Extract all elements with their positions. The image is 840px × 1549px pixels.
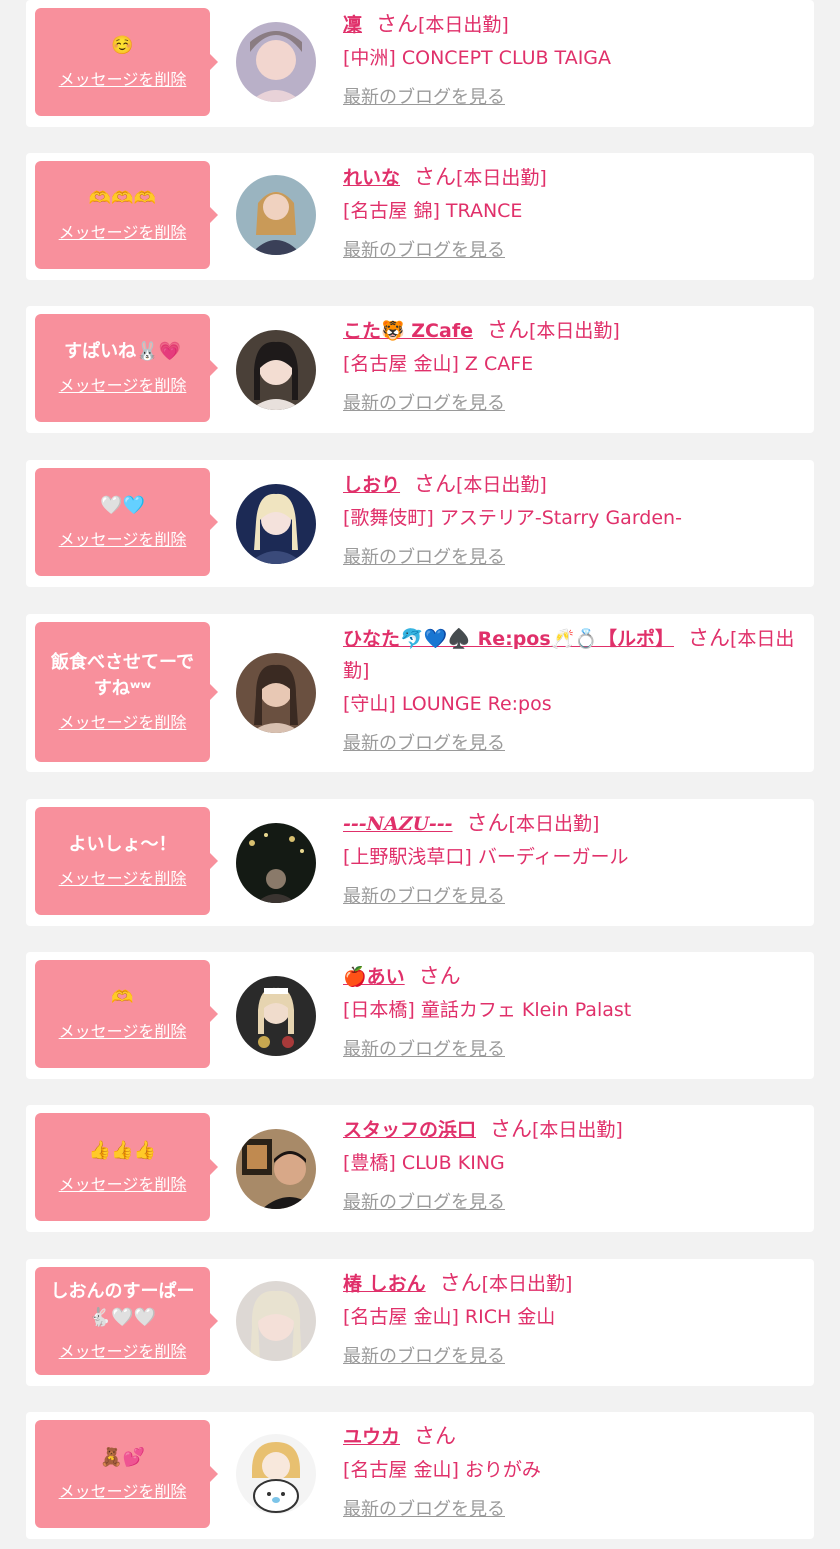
message-text: よいしょ〜！ [68,834,177,855]
message-text: すぱいね🐰💗 [64,341,181,362]
shop-label: [名古屋 金山] おりがみ [343,1459,541,1481]
blog-link[interactable]: 最新のブログを見る [343,1037,505,1063]
shop-label: [上野駅浅草口] バーディーガール [343,846,629,868]
avatar[interactable] [236,22,316,102]
message-card: 🫶 メッセージを削除 🍎あい さん [日本橋] 童話カフェ Klein Palas… [26,952,814,1079]
message-text: 🫶 [111,987,134,1008]
delete-message-link[interactable]: メッセージを削除 [59,1341,187,1363]
blog-link[interactable]: 最新のブログを見る [343,1497,505,1523]
message-card: 🧸💕 メッセージを削除 ユウカ さん [名古屋 金山] おりがみ 最新のブログを見… [26,1412,814,1539]
message-text: 👍👍👍 [88,1140,157,1161]
shop-label: [名古屋 金山] RICH 金山 [343,1306,556,1328]
message-card: ☺️ メッセージを削除 凜さん[本日出勤] [中洲] CONCEPT CLUB … [26,0,814,127]
message-bubble: 飯食べさせてーですねʷʷ メッセージを削除 [35,622,218,762]
cast-name-link[interactable]: しおり [343,474,400,496]
message-card: 飯食べさせてーですねʷʷ メッセージを削除 ひなた🐬💙♠️ Re:pos🥂💍【ル… [26,614,814,772]
message-bubble: しおんのすーぱー🐇🤍🤍 メッセージを削除 [35,1267,218,1375]
blog-link[interactable]: 最新のブログを見る [343,1344,505,1370]
message-text: ☺️ [111,35,134,56]
honorific: さん [376,12,419,36]
message-bubble: 👍👍👍 メッセージを削除 [35,1113,218,1221]
cast-name-link[interactable]: こた🐯 ZCafe [343,320,473,342]
message-text: 🤍🩵 [100,495,145,516]
avatar[interactable] [236,653,316,733]
delete-message-link[interactable]: メッセージを削除 [59,529,187,551]
status-label: [本日出勤] [508,813,600,835]
shop-label: [豊橋] CLUB KING [343,1152,505,1174]
message-card: すぱいね🐰💗 メッセージを削除 こた🐯 ZCafe さん[本日出勤] [名古屋 金… [26,306,814,433]
avatar[interactable] [236,1129,316,1209]
honorific: さん [466,811,509,835]
message-text: 🧸💕 [100,1447,145,1468]
blog-link[interactable]: 最新のブログを見る [343,85,505,111]
message-card: 🫶🫶🫶 メッセージを削除 れいな さん[本日出勤] [名古屋 錦] TRANCE … [26,153,814,280]
avatar[interactable] [236,484,316,564]
shop-label: [名古屋 金山] Z CAFE [343,353,534,375]
avatar[interactable] [236,823,316,903]
message-bubble: 🤍🩵 メッセージを削除 [35,468,218,576]
honorific: さん [414,165,457,189]
message-text: しおんのすーぱー🐇🤍🤍 [50,1281,195,1328]
status-label: [本日出勤] [418,14,509,36]
message-text: 🫶🫶🫶 [88,188,157,209]
blog-link[interactable]: 最新のブログを見る [343,238,505,264]
cast-name-link[interactable]: れいな [343,167,400,189]
honorific: さん [490,1117,533,1141]
shop-label: [歌舞伎町] アステリア-Starry Garden- [343,507,682,529]
delete-message-link[interactable]: メッセージを削除 [59,712,187,734]
cast-name-link[interactable]: ユウカ [343,1426,400,1448]
shop-label: [守山] LOUNGE Re:pos [343,693,552,715]
delete-message-link[interactable]: メッセージを削除 [59,69,187,91]
blog-link[interactable]: 最新のブログを見る [343,884,505,910]
avatar[interactable] [236,976,316,1056]
avatar[interactable] [236,1434,316,1514]
honorific: さん [414,1424,457,1448]
avatar[interactable] [236,1281,316,1361]
blog-link[interactable]: 最新のブログを見る [343,731,505,757]
message-bubble: 🫶 メッセージを削除 [35,960,218,1068]
cast-name-link[interactable]: ---NAZU--- [343,813,453,835]
status-label: [本日出勤] [528,320,620,342]
blog-link[interactable]: 最新のブログを見る [343,545,505,571]
blog-link[interactable]: 最新のブログを見る [343,391,505,417]
shop-label: [中洲] CONCEPT CLUB TAIGA [343,47,612,69]
status-label: [本日出勤] [456,474,547,496]
shop-label: [名古屋 錦] TRANCE [343,200,523,222]
delete-message-link[interactable]: メッセージを削除 [59,1481,187,1503]
message-bubble: 🧸💕 メッセージを削除 [35,1420,218,1528]
message-bubble: 🫶🫶🫶 メッセージを削除 [35,161,218,269]
delete-message-link[interactable]: メッセージを削除 [59,868,187,890]
delete-message-link[interactable]: メッセージを削除 [59,222,187,244]
cast-name-link[interactable]: スタッフの浜口 [343,1119,476,1141]
avatar[interactable] [236,330,316,410]
message-bubble: よいしょ〜！ メッセージを削除 [35,807,218,915]
message-text: 飯食べさせてーですねʷʷ [51,652,194,699]
cast-name-link[interactable]: 椿 しおん [343,1273,426,1295]
message-bubble: ☺️ メッセージを削除 [35,8,218,116]
delete-message-link[interactable]: メッセージを削除 [59,1021,187,1043]
message-card: しおんのすーぱー🐇🤍🤍 メッセージを削除 椿 しおん さん[本日出勤] [名古屋 … [26,1259,814,1386]
status-label: [本日出勤] [456,167,547,189]
shop-label: [日本橋] 童話カフェ Klein Palast [343,999,632,1021]
status-label: [本日出勤] [532,1119,623,1141]
honorific: さん [486,318,529,342]
cast-name-link[interactable]: ひなた🐬💙♠️ Re:pos🥂💍【ルポ】 [343,628,674,650]
honorific: さん [418,964,461,988]
message-card: よいしょ〜！ メッセージを削除 ---NAZU--- さん[本日出勤] [上野駅浅… [26,799,814,926]
message-card: 👍👍👍 メッセージを削除 スタッフの浜口 さん[本日出勤] [豊橋] CLUB K… [26,1105,814,1232]
avatar[interactable] [236,175,316,255]
honorific: さん [439,1271,482,1295]
delete-message-link[interactable]: メッセージを削除 [59,375,187,397]
message-card: 🤍🩵 メッセージを削除 しおり さん[本日出勤] [歌舞伎町] アステリア-Sta… [26,460,814,587]
cast-name-link[interactable]: 凜 [343,14,362,36]
honorific: さん [414,472,457,496]
cast-name-link[interactable]: 🍎あい [343,966,405,988]
message-bubble: すぱいね🐰💗 メッセージを削除 [35,314,218,422]
status-label: [本日出勤] [481,1273,573,1295]
blog-link[interactable]: 最新のブログを見る [343,1190,505,1216]
delete-message-link[interactable]: メッセージを削除 [59,1174,187,1196]
honorific: さん [687,626,730,650]
